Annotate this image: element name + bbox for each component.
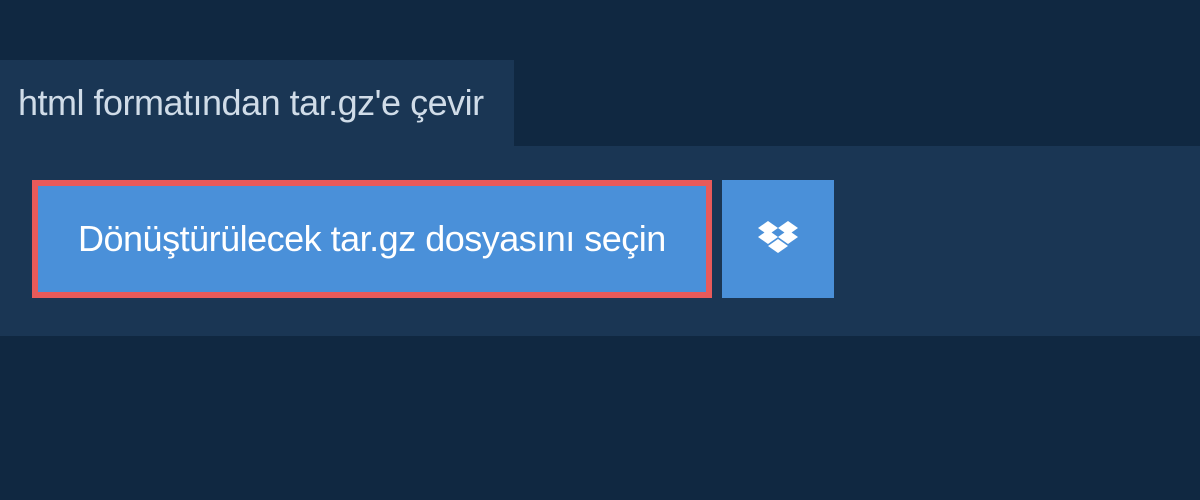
select-file-button[interactable]: Dönüştürülecek tar.gz dosyasını seçin	[32, 180, 712, 298]
button-row: Dönüştürülecek tar.gz dosyasını seçin	[32, 180, 1168, 298]
tab-header: html formatından tar.gz'e çevir	[0, 60, 514, 146]
dropbox-button[interactable]	[722, 180, 834, 298]
conversion-panel: Dönüştürülecek tar.gz dosyasını seçin	[0, 146, 1200, 336]
dropbox-icon	[758, 221, 798, 257]
page-title: html formatından tar.gz'e çevir	[18, 82, 484, 123]
select-file-button-label: Dönüştürülecek tar.gz dosyasını seçin	[78, 218, 666, 260]
